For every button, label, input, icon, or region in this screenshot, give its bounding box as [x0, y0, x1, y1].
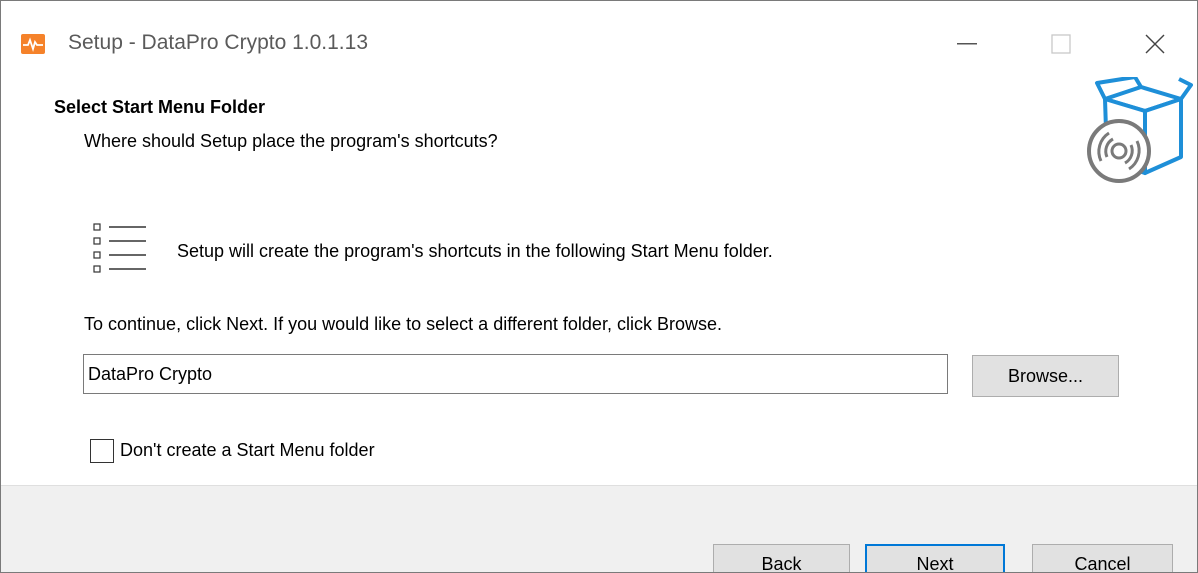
setup-window: Setup - DataPro Crypto 1.0.1.13 Select S… — [0, 0, 1198, 573]
no-start-menu-folder-label[interactable]: Don't create a Start Menu folder — [120, 440, 375, 461]
instruction-text: To continue, click Next. If you would li… — [84, 314, 722, 334]
next-button[interactable]: Next — [865, 544, 1005, 572]
start-menu-list-icon — [93, 223, 146, 273]
page-subtitle: Where should Setup place the program's s… — [84, 131, 498, 151]
minimize-icon — [957, 42, 977, 44]
window-title: Setup - DataPro Crypto 1.0.1.13 — [68, 31, 368, 54]
back-button[interactable]: Back — [713, 544, 850, 572]
maximize-icon — [1051, 33, 1071, 54]
button-bar — [1, 485, 1197, 572]
box-disc-icon — [1087, 77, 1193, 183]
page-title: Select Start Menu Folder — [54, 97, 266, 117]
cancel-button[interactable]: Cancel — [1032, 544, 1173, 572]
minimize-button[interactable] — [931, 1, 1003, 86]
info-text: Setup will create the program's shortcut… — [177, 241, 773, 261]
start-menu-folder-input[interactable] — [83, 354, 948, 394]
browse-button[interactable]: Browse... — [972, 355, 1119, 397]
close-button[interactable] — [1119, 1, 1191, 86]
maximize-button — [1025, 1, 1097, 86]
close-icon — [1145, 34, 1165, 53]
title-bar: Setup - DataPro Crypto 1.0.1.13 — [1, 1, 1197, 86]
app-pulse-icon — [21, 34, 45, 54]
no-start-menu-folder-checkbox[interactable] — [90, 439, 114, 463]
